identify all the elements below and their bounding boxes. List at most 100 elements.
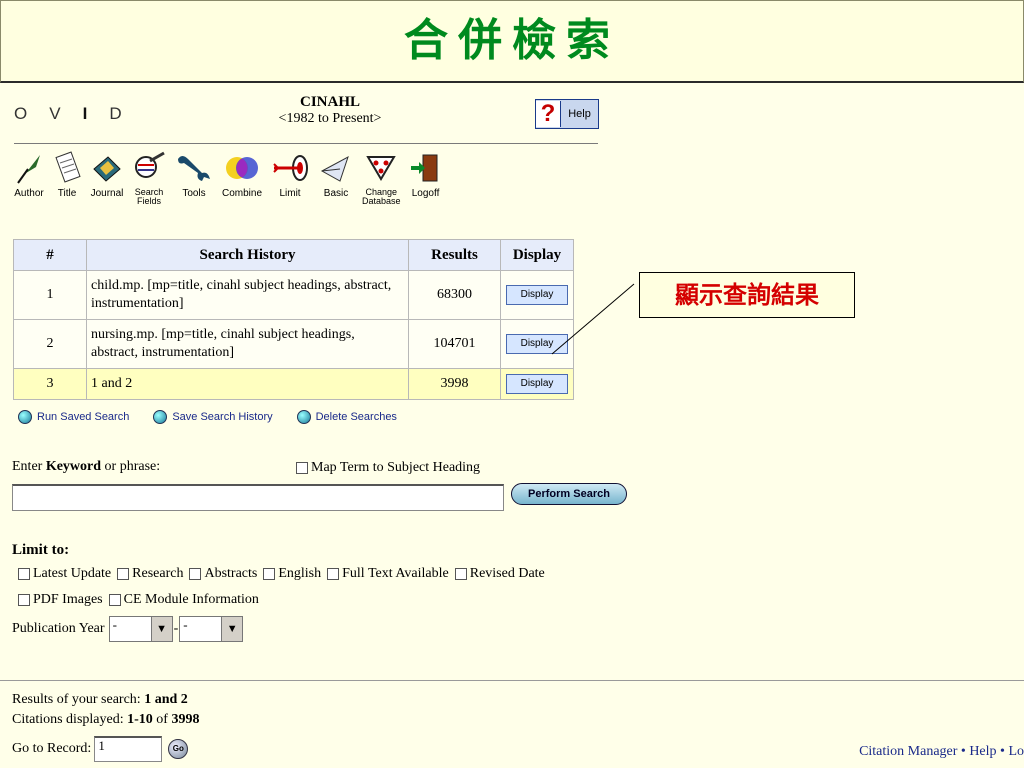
bullet-icon xyxy=(18,410,32,424)
journal-icon xyxy=(90,150,124,186)
row-number: 1 xyxy=(13,270,87,320)
results-summary: Results of your search: 1 and 2 Citation… xyxy=(12,692,200,727)
limit-pdf-images[interactable]: PDF Images xyxy=(18,592,103,608)
ovid-logo: OVID xyxy=(14,104,144,124)
keyword-label: Enter Keyword or phrase: xyxy=(12,459,161,474)
question-icon: ? xyxy=(536,101,561,127)
toolbar-author[interactable]: Author xyxy=(14,150,44,208)
col-number-header: # xyxy=(13,239,87,271)
help-button[interactable]: ? Help xyxy=(535,99,599,129)
checkbox-icon xyxy=(296,462,308,474)
display-button[interactable]: Display xyxy=(506,285,568,305)
limit-full-text[interactable]: Full Text Available xyxy=(327,566,449,582)
ovid-letter-v: V xyxy=(49,104,61,123)
toolbar-logoff[interactable]: Logoff xyxy=(409,150,443,208)
checkbox-icon xyxy=(454,568,467,580)
delete-searches-link[interactable]: Delete Searches xyxy=(296,410,397,424)
wrench-icon xyxy=(174,150,214,186)
header-divider xyxy=(14,143,598,144)
checkbox-icon xyxy=(108,594,121,606)
document-icon xyxy=(52,150,82,186)
keyword-input[interactable] xyxy=(12,484,504,511)
search-fields-icon xyxy=(132,150,166,186)
row-number: 3 xyxy=(13,368,87,400)
search-history-table: # Search History Results Display 1 child… xyxy=(13,239,574,400)
perform-search-button[interactable]: Perform Search xyxy=(511,483,627,505)
door-icon xyxy=(409,150,443,186)
annotation-callout: 顯示查詢結果 xyxy=(639,272,855,318)
row-results: 104701 xyxy=(408,319,501,369)
toolbar-title[interactable]: Title xyxy=(52,150,82,208)
display-button[interactable]: Display xyxy=(506,374,568,394)
history-actions: Run Saved Search Save Search History Del… xyxy=(18,410,421,424)
help-label: Help xyxy=(568,108,591,120)
checkbox-icon xyxy=(263,568,276,580)
bullet-icon xyxy=(153,410,168,424)
publication-year: Publication Year - ▼ - - ▼ xyxy=(12,616,244,642)
col-search-history-header: Search History xyxy=(86,239,409,271)
pub-year-from-select[interactable]: - ▼ xyxy=(108,616,173,642)
database-range: <1982 to Present> xyxy=(278,111,382,126)
row-results: 68300 xyxy=(408,270,501,320)
toolbar-journal[interactable]: Journal xyxy=(90,150,124,208)
combine-icon xyxy=(222,150,262,186)
target-icon xyxy=(270,150,310,186)
toolbar-change-database[interactable]: Change Database xyxy=(362,150,401,208)
toolbar-combine[interactable]: Combine xyxy=(222,150,262,208)
limit-research[interactable]: Research xyxy=(117,566,183,582)
table-row: 1 child.mp. [mp=title, cinahl subject he… xyxy=(13,270,574,320)
change-database-icon xyxy=(362,150,401,186)
table-header-row: # Search History Results Display xyxy=(13,239,574,271)
col-display-header: Display xyxy=(500,239,574,271)
bullet-icon xyxy=(296,410,311,424)
limit-latest-update[interactable]: Latest Update xyxy=(18,566,111,582)
go-to-record: Go to Record: 1 Go xyxy=(12,736,189,762)
ovid-letter-i: I xyxy=(82,104,88,123)
limits-row-1: Latest Update Research Abstracts English… xyxy=(18,566,551,582)
chevron-down-icon: ▼ xyxy=(150,617,172,641)
toolbar: Author Title Journal Search Fields Tools … xyxy=(14,150,451,208)
footer-links[interactable]: Citation Manager • Help • Lo xyxy=(859,744,1024,760)
limit-abstracts[interactable]: Abstracts xyxy=(189,566,257,582)
slide-title: 合併檢索 xyxy=(404,15,620,66)
toolbar-limit[interactable]: Limit xyxy=(270,150,310,208)
limits-row-2: PDF Images CE Module Information xyxy=(18,592,265,608)
limit-ce-module[interactable]: CE Module Information xyxy=(108,592,259,608)
checkbox-icon xyxy=(189,568,202,580)
quill-icon xyxy=(14,150,44,186)
publication-year-label: Publication Year xyxy=(12,621,105,636)
database-info: CINAHL <1982 to Present> xyxy=(230,94,430,127)
go-button[interactable]: Go xyxy=(168,739,189,759)
save-search-history-link[interactable]: Save Search History xyxy=(153,410,273,424)
database-name: CINAHL xyxy=(299,94,360,110)
checkbox-icon xyxy=(18,568,30,580)
pub-year-to-select[interactable]: - ▼ xyxy=(179,616,244,642)
ovid-letter-d: D xyxy=(109,104,122,123)
results-divider xyxy=(0,680,1024,681)
toolbar-tools[interactable]: Tools xyxy=(174,150,214,208)
row-results: 3998 xyxy=(408,368,501,400)
map-term-checkbox[interactable]: Map Term to Subject Heading xyxy=(296,460,480,476)
toolbar-basic[interactable]: Basic xyxy=(318,150,354,208)
display-button[interactable]: Display xyxy=(506,334,568,354)
row-number: 2 xyxy=(13,319,87,369)
limit-english[interactable]: English xyxy=(263,566,321,582)
run-saved-search-link[interactable]: Run Saved Search xyxy=(18,410,129,424)
table-row: 2 nursing.mp. [mp=title, cinahl subject … xyxy=(13,319,574,369)
col-results-header: Results xyxy=(408,239,501,271)
slide-title-bar: 合併檢索 xyxy=(0,0,1024,83)
row-query: 1 and 2 xyxy=(86,368,409,400)
go-to-record-label: Go to Record: xyxy=(12,741,92,756)
row-query: nursing.mp. [mp=title, cinahl subject he… xyxy=(86,319,409,369)
checkbox-icon xyxy=(117,568,130,580)
ovid-letter-o: O xyxy=(14,104,28,123)
record-number-input[interactable]: 1 xyxy=(94,736,163,762)
toolbar-search-fields[interactable]: Search Fields xyxy=(132,150,166,208)
limit-title: Limit to: xyxy=(12,542,70,558)
table-row: 3 1 and 2 3998 Display xyxy=(13,368,574,400)
checkbox-icon xyxy=(327,568,340,580)
basic-icon xyxy=(318,150,354,186)
limit-revised-date[interactable]: Revised Date xyxy=(454,566,545,582)
checkbox-icon xyxy=(18,594,30,606)
chevron-down-icon: ▼ xyxy=(221,617,243,641)
